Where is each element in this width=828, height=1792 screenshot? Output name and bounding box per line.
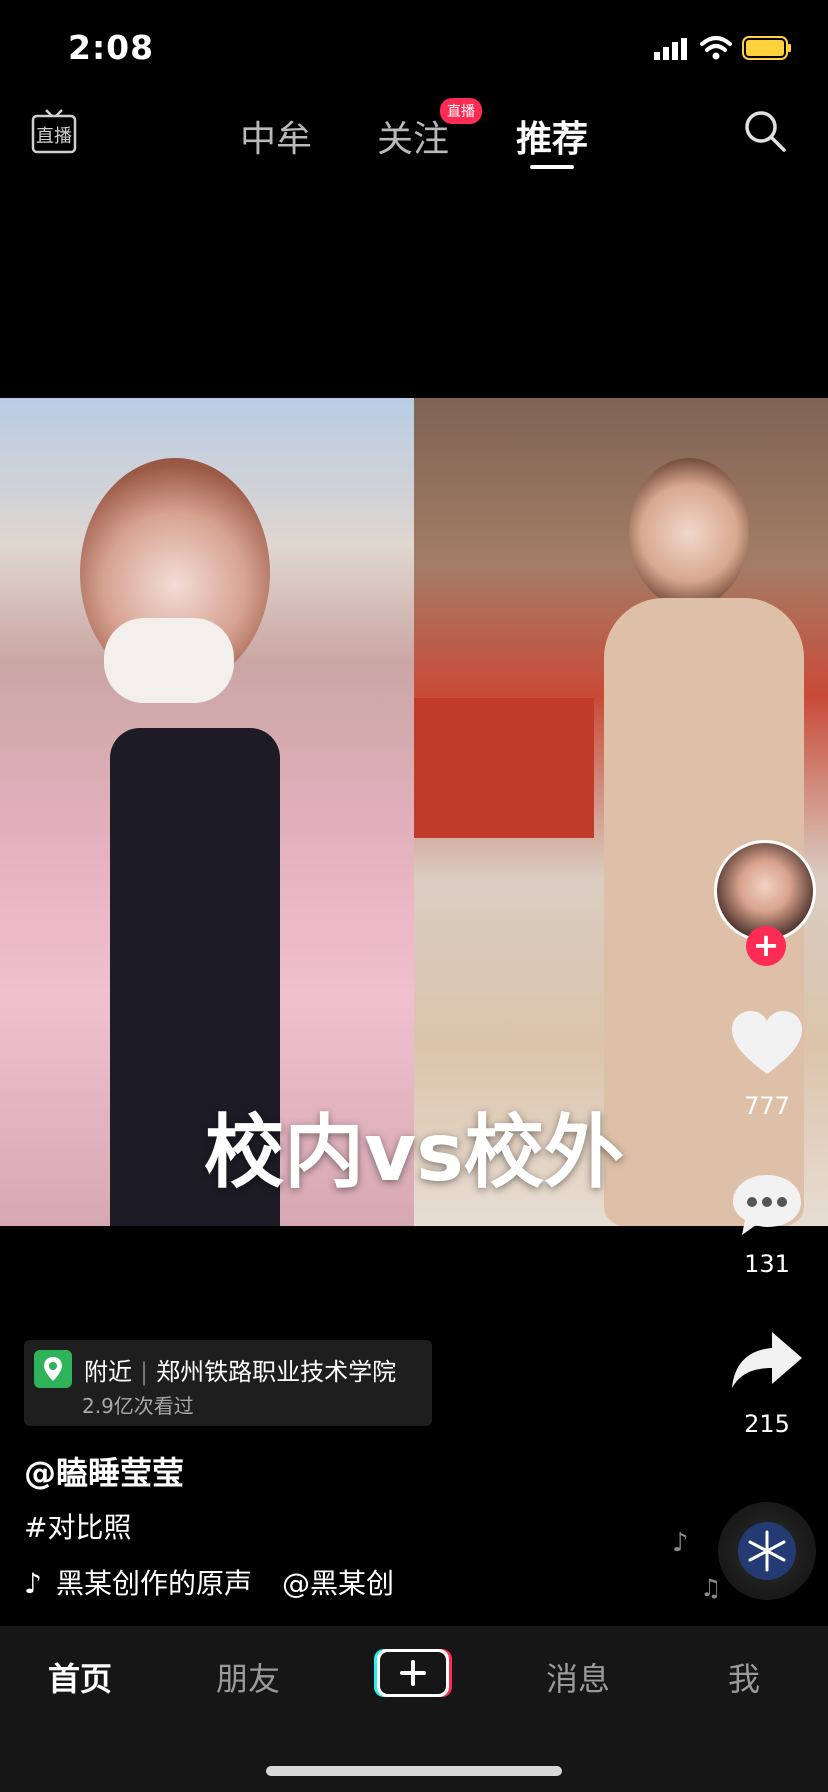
share-icon[interactable] bbox=[730, 1330, 804, 1390]
live-icon-label: 直播 bbox=[36, 126, 72, 147]
bottom-tab-home[interactable]: 首页 bbox=[48, 1654, 112, 1700]
music-note-icon: ♪ bbox=[672, 1528, 689, 1558]
location-separator: | bbox=[140, 1358, 149, 1386]
wifi-icon bbox=[700, 36, 732, 60]
comment-icon[interactable] bbox=[730, 1172, 804, 1238]
like-count: 777 bbox=[744, 1092, 790, 1120]
snowflake-icon bbox=[738, 1522, 796, 1580]
music-title: 黑某创作的原声 bbox=[56, 1567, 253, 1600]
bottom-tab-messages[interactable]: 消息 bbox=[546, 1654, 610, 1700]
live-badge: 直播 bbox=[440, 98, 482, 124]
heart-icon[interactable] bbox=[730, 1010, 804, 1076]
music-note-icon: ♫ bbox=[700, 1574, 722, 1602]
tiktok-note-icon: ♪ bbox=[24, 1567, 42, 1600]
location-label: 附近 | 郑州铁路职业技术学院 bbox=[84, 1352, 396, 1387]
location-tag: 附近 bbox=[84, 1358, 132, 1386]
bottom-tab-friends[interactable]: 朋友 bbox=[216, 1654, 280, 1700]
search-icon[interactable] bbox=[742, 108, 788, 154]
battery-icon bbox=[742, 36, 791, 60]
location-views: 2.9亿次看过 bbox=[82, 1394, 194, 1418]
mask bbox=[104, 618, 234, 703]
tab-following[interactable]: 关注 bbox=[377, 110, 449, 162]
poster-red-block bbox=[414, 698, 594, 838]
follow-button[interactable]: + bbox=[746, 926, 786, 966]
live-broadcast-icon[interactable]: 直播 bbox=[30, 108, 78, 156]
author-name[interactable]: @瞌睡莹莹 bbox=[24, 1448, 184, 1494]
location-pin-icon bbox=[34, 1350, 72, 1388]
tab-recommended[interactable]: 推荐 bbox=[516, 110, 588, 162]
active-tab-indicator bbox=[530, 165, 574, 169]
status-time: 2:08 bbox=[68, 28, 155, 67]
bottom-tab-me[interactable]: 我 bbox=[728, 1654, 760, 1700]
tab-nearby[interactable]: 中牟 bbox=[240, 110, 312, 162]
location-name: 郑州铁路职业技术学院 bbox=[156, 1358, 397, 1386]
create-post-button[interactable] bbox=[372, 1646, 454, 1700]
comment-count: 131 bbox=[744, 1250, 790, 1278]
music-marquee[interactable]: ♪ 黑某创作的原声 @黑某创 bbox=[24, 1562, 434, 1602]
music-author: @黑某创 bbox=[282, 1567, 395, 1600]
cellular-signal-icon bbox=[654, 38, 687, 60]
hashtag[interactable]: #对比照 bbox=[24, 1506, 131, 1546]
person-head bbox=[629, 458, 749, 608]
home-indicator[interactable] bbox=[266, 1766, 562, 1776]
share-count: 215 bbox=[744, 1410, 790, 1438]
